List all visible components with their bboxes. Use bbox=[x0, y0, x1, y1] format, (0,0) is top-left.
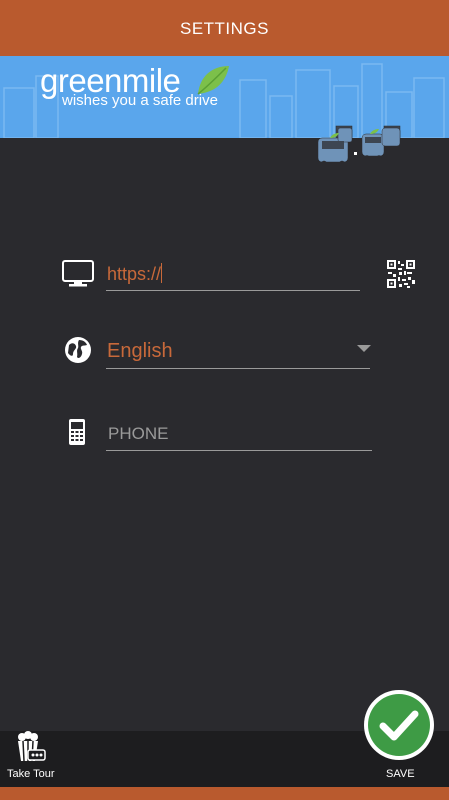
phone-input[interactable] bbox=[106, 420, 372, 448]
save-button-circle bbox=[368, 694, 430, 756]
dropdown-arrow-icon[interactable] bbox=[357, 345, 371, 352]
phone-underline bbox=[106, 450, 372, 451]
language-select[interactable]: English bbox=[107, 340, 173, 363]
bottom-accent-bar bbox=[0, 787, 449, 800]
save-button[interactable] bbox=[364, 690, 434, 760]
header-bar: SETTINGS bbox=[0, 0, 449, 58]
checkmark-icon bbox=[379, 710, 419, 741]
mobile-phone-icon bbox=[69, 419, 85, 445]
monitor-icon bbox=[62, 260, 94, 287]
popcorn-tour-icon[interactable] bbox=[14, 731, 48, 765]
language-underline bbox=[106, 368, 370, 369]
take-tour-label[interactable]: Take Tour bbox=[7, 768, 55, 780]
trucks-illustration-icon bbox=[317, 125, 401, 168]
url-input[interactable]: https:// bbox=[107, 263, 163, 285]
globe-icon bbox=[65, 337, 91, 363]
text-caret bbox=[161, 263, 163, 283]
save-label: SAVE bbox=[386, 768, 415, 780]
url-underline bbox=[106, 290, 360, 291]
page-title: SETTINGS bbox=[179, 19, 269, 38]
brand-tagline: wishes you a safe drive bbox=[62, 92, 218, 109]
qr-code-icon[interactable] bbox=[387, 260, 415, 288]
